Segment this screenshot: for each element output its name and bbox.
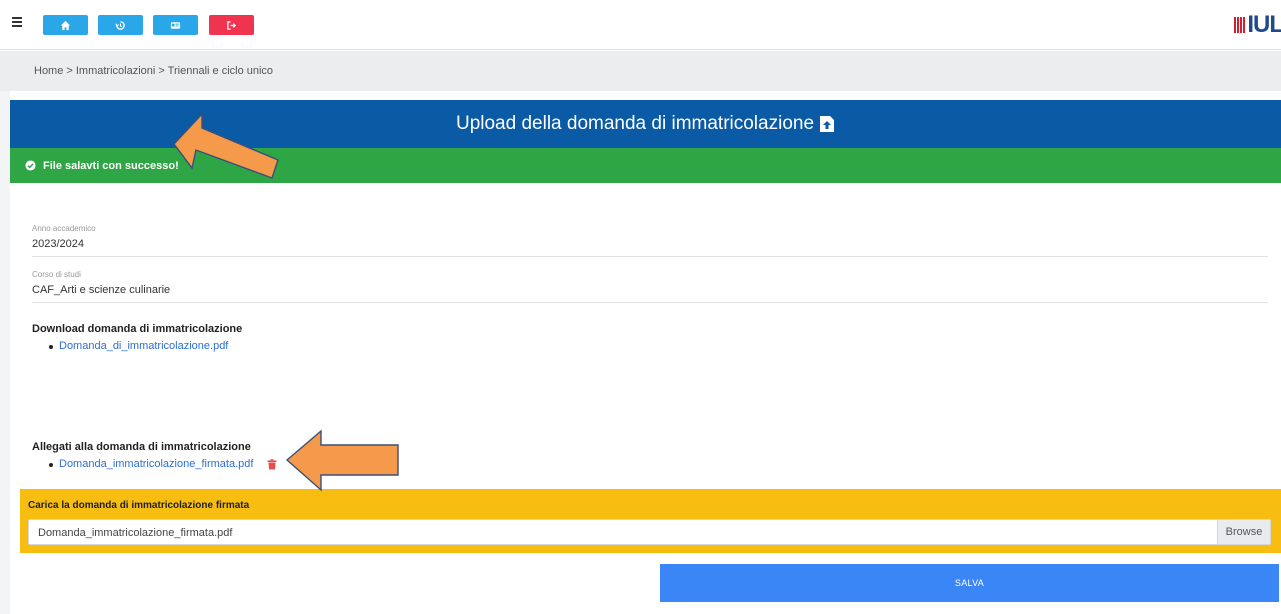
logo-stripes xyxy=(1234,17,1246,33)
file-input[interactable]: Domanda_immatricolazione_firmata.pdf Bro… xyxy=(28,519,1271,545)
course-label: Corso di studi xyxy=(32,270,81,279)
academic-year-label: Anno accademico xyxy=(32,224,96,233)
attachments-section-title: Allegati alla domanda di immatricolazion… xyxy=(32,441,251,453)
selected-filename: Domanda_immatricolazione_firmata.pdf xyxy=(38,527,233,539)
download-section-title: Download domanda di immatricolazione xyxy=(32,323,243,335)
save-button[interactable]: SALVA xyxy=(660,564,1279,602)
check-circle-icon xyxy=(25,160,36,171)
id-card-icon xyxy=(170,21,181,29)
academic-year-field: Anno accademico 2023/2024 xyxy=(32,224,1268,257)
history-button[interactable] xyxy=(98,15,143,35)
academic-year-value: 2023/2024 xyxy=(32,238,84,250)
top-navbar: IUL xyxy=(0,0,1281,50)
hamburger-icon[interactable] xyxy=(12,17,26,31)
home-button[interactable] xyxy=(43,15,88,35)
course-value: CAF_Arti e scienze culinarie xyxy=(32,284,171,296)
breadcrumb-bar: Home > Immatricolazioni > Triennali e ci… xyxy=(0,51,1281,91)
trash-icon[interactable] xyxy=(267,458,277,470)
download-file-link[interactable]: Domanda_di_immatricolazione.pdf xyxy=(48,340,228,352)
browse-button[interactable]: Browse xyxy=(1217,520,1270,544)
annotation-arrow-left-up xyxy=(173,112,279,179)
breadcrumb[interactable]: Home > Immatricolazioni > Triennali e ci… xyxy=(34,65,273,77)
upload-label: Carica la domanda di immatricolazione fi… xyxy=(28,500,250,511)
id-card-button[interactable] xyxy=(153,15,198,35)
university-logo[interactable]: IUL xyxy=(1234,11,1281,39)
alert-message: File salavti con successo! xyxy=(43,159,179,172)
logout-button[interactable] xyxy=(209,15,254,35)
history-icon xyxy=(115,20,125,30)
annotation-arrow-left xyxy=(285,429,399,492)
upload-section: Carica la domanda di immatricolazione fi… xyxy=(20,489,1281,553)
home-icon xyxy=(60,20,71,30)
page-title: Upload della domanda di immatricolazione xyxy=(455,113,815,134)
course-field: Corso di studi CAF_Arti e scienze culina… xyxy=(32,270,1268,303)
file-upload-icon xyxy=(820,116,835,132)
attachment-file-link[interactable]: Domanda_immatricolazione_firmata.pdf xyxy=(59,458,253,470)
left-rail xyxy=(0,91,10,614)
logo-text: IUL xyxy=(1247,11,1281,38)
logout-icon xyxy=(227,20,237,30)
attachment-file-item: Domanda_immatricolazione_firmata.pdf xyxy=(48,458,277,470)
